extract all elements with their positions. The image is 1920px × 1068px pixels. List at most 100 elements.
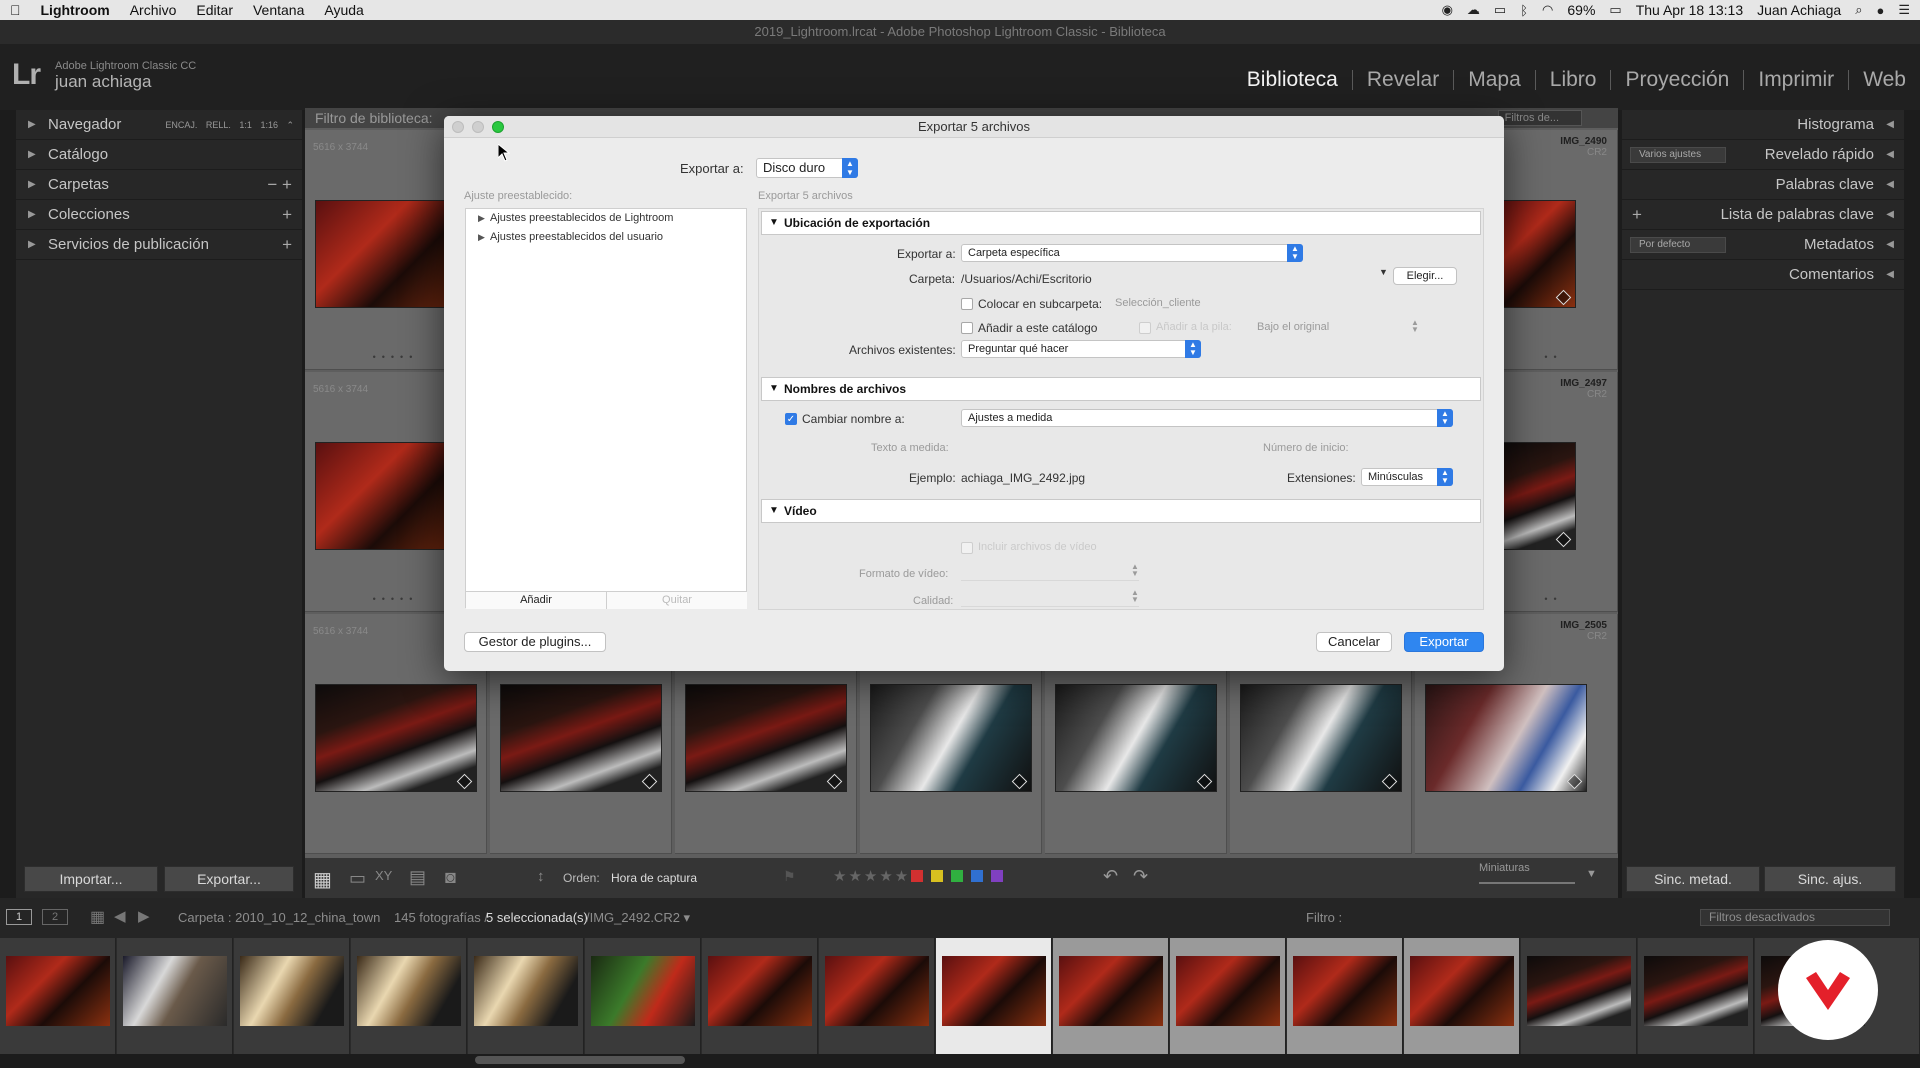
panel-colecciones[interactable]: ▶ Colecciones + [16,200,302,230]
photo-thumbnail[interactable] [500,684,662,792]
subfolder-name-input[interactable]: Selección_cliente [1115,297,1201,309]
filmstrip-scrollbar[interactable] [475,1056,685,1064]
disclosure-triangle-icon[interactable]: ▼ [769,500,779,522]
folder-history-chevron-down-icon[interactable]: ▼ [1379,267,1388,277]
metadata-preset-select[interactable]: Por defecto [1630,237,1726,253]
filmstrip-thumb[interactable] [0,938,116,1054]
star-rating-icon[interactable]: ★★★★★ [833,867,910,885]
cancel-button[interactable]: Cancelar [1316,632,1392,652]
spotlight-search-icon[interactable]: ⌕ [1855,2,1862,18]
add-to-catalog-checkbox[interactable] [961,322,973,334]
module-biblioteca[interactable]: Biblioteca [1233,69,1352,90]
display-icon[interactable]: ▭ [1494,2,1506,18]
plugin-manager-button[interactable]: Gestor de plugins... [464,632,606,652]
photo-thumbnail[interactable] [1496,200,1576,308]
stack-position-select[interactable]: Bajo el original [1257,321,1329,333]
main-window-icon[interactable]: 1 [6,909,32,925]
add-preset-button[interactable]: Añadir [466,591,607,609]
filmstrip-source[interactable]: Carpeta : 2010_10_12_china_town [178,910,380,925]
filmstrip-thumb[interactable] [117,938,233,1054]
photo-thumbnail[interactable] [1496,442,1576,550]
add-to-stack-checkbox[interactable] [1139,322,1151,334]
blue-label-icon[interactable] [971,870,983,882]
grid-view-icon[interactable]: ▦ [313,867,332,892]
disclosure-triangle-icon[interactable]: ▶ [478,228,485,247]
disclosure-triangle-icon[interactable]: ◀ [1886,200,1894,230]
panel-comentarios[interactable]: Comentarios ◀ [1622,260,1904,290]
choose-folder-button[interactable]: Elegir... [1393,267,1457,285]
back-arrow-icon[interactable]: ◀ [114,907,126,925]
disclosure-triangle-icon[interactable]: ▶ [28,140,36,170]
panel-histograma[interactable]: Histograma ◀ [1622,110,1904,140]
panel-catalogo[interactable]: ▶ Catálogo [16,140,302,170]
grid-cell[interactable]: IMG_2490 CR2 •• [1490,130,1618,370]
filmstrip-thumb[interactable] [468,938,584,1054]
navigator-zoom-options[interactable]: ENCAJ. RELL. 1:1 1:16 ⌃ [165,110,294,140]
survey-view-icon[interactable]: ▤ [409,867,426,888]
rotate-right-icon[interactable]: ↷ [1133,866,1148,887]
panel-lista-palabras-clave[interactable]: + Lista de palabras clave ◀ [1622,200,1904,230]
thumbnail-size-slider[interactable] [1479,882,1575,884]
apple-menu-icon[interactable]:  [0,2,31,18]
filmstrip-thumb-selected[interactable] [1053,938,1169,1054]
clock[interactable]: Thu Apr 18 13:13 [1636,2,1743,18]
add-keyword-button[interactable]: + [1632,200,1642,230]
panel-servicios-publicacion[interactable]: ▶ Servicios de publicación + [16,230,302,260]
zoom-window-icon[interactable] [492,121,504,133]
filmstrip-thumb[interactable] [1521,938,1637,1054]
module-imprimir[interactable]: Imprimir [1743,69,1848,90]
filmstrip-thumb[interactable] [702,938,818,1054]
grid-cell[interactable]: IMG_2497 CR2 •• [1490,372,1618,612]
section-export-location[interactable]: ▼ Ubicación de exportación [761,211,1481,235]
filmstrip-thumb[interactable] [351,938,467,1054]
filmstrip-thumb-current[interactable] [936,938,1052,1054]
filter-presets-select[interactable]: Filtros de... [1497,110,1582,126]
panel-palabras-clave[interactable]: Palabras clave ◀ [1622,170,1904,200]
export-submit-button[interactable]: Exportar [1404,632,1484,652]
filter-status-select[interactable]: Filtros desactivados [1700,909,1890,926]
sort-select[interactable]: Hora de captura [611,871,697,885]
toolbar-menu-chevron-down-icon[interactable]: ▼ [1586,868,1597,880]
folder-add-remove-buttons[interactable]: − + [267,170,292,200]
rotate-left-icon[interactable]: ↶ [1103,866,1118,887]
disclosure-triangle-icon[interactable]: ▶ [478,209,485,228]
people-view-icon[interactable]: ◙ [445,867,456,888]
forward-arrow-icon[interactable]: ▶ [138,907,150,925]
disclosure-triangle-icon[interactable]: ◀ [1886,170,1894,200]
extensions-select[interactable]: Minúsculas ▲ ▼ [1361,468,1453,486]
rename-checkbox[interactable]: ✓ [785,413,797,425]
filmstrip-thumb-selected[interactable] [1404,938,1520,1054]
saved-preset-select[interactable]: Varios ajustes [1630,147,1726,163]
disclosure-triangle-icon[interactable]: ◀ [1886,140,1894,170]
video-format-select[interactable] [961,565,1139,581]
sort-direction-icon[interactable]: ↕ [537,868,545,885]
photo-thumbnail[interactable] [1240,684,1402,792]
creative-cloud-icon[interactable]: ☁ [1467,2,1480,18]
grid-shortcut-icon[interactable]: ▦ [90,907,105,927]
section-video[interactable]: ▼ Vídeo [761,499,1481,523]
existing-files-select[interactable]: Preguntar qué hacer ▲ ▼ [961,340,1201,358]
photo-thumbnail[interactable] [315,684,477,792]
wifi-icon[interactable]: ◠ [1542,2,1553,18]
preset-folder-lightroom[interactable]: ▶ Ajustes preestablecidos de Lightroom [466,209,746,228]
module-web[interactable]: Web [1848,69,1920,90]
panel-revelado-rapido[interactable]: Varios ajustes Revelado rápido ◀ [1622,140,1904,170]
filmstrip-thumb[interactable] [585,938,701,1054]
include-video-checkbox[interactable] [961,542,973,554]
menu-ayuda[interactable]: Ayuda [314,2,373,18]
disclosure-triangle-icon[interactable]: ◀ [1886,230,1894,260]
battery-icon[interactable]: ▭ [1609,2,1621,18]
subfolder-checkbox[interactable] [961,298,973,310]
filmstrip-thumb[interactable] [1638,938,1754,1054]
notification-center-icon[interactable]: ☰ [1898,2,1910,18]
remove-preset-button[interactable]: Quitar [607,591,747,609]
video-quality-select[interactable] [961,591,1139,607]
photo-thumbnail[interactable] [1425,684,1587,792]
flag-icon[interactable]: ⚑ [783,868,796,885]
disclosure-triangle-icon[interactable]: ▼ [769,212,779,234]
section-file-naming[interactable]: ▼ Nombres de archivos [761,377,1481,401]
loupe-view-icon[interactable]: ▭ [349,868,366,889]
disclosure-triangle-icon[interactable]: ▶ [28,110,36,140]
photo-thumbnail[interactable] [685,684,847,792]
disclosure-triangle-icon[interactable]: ▶ [28,230,36,260]
